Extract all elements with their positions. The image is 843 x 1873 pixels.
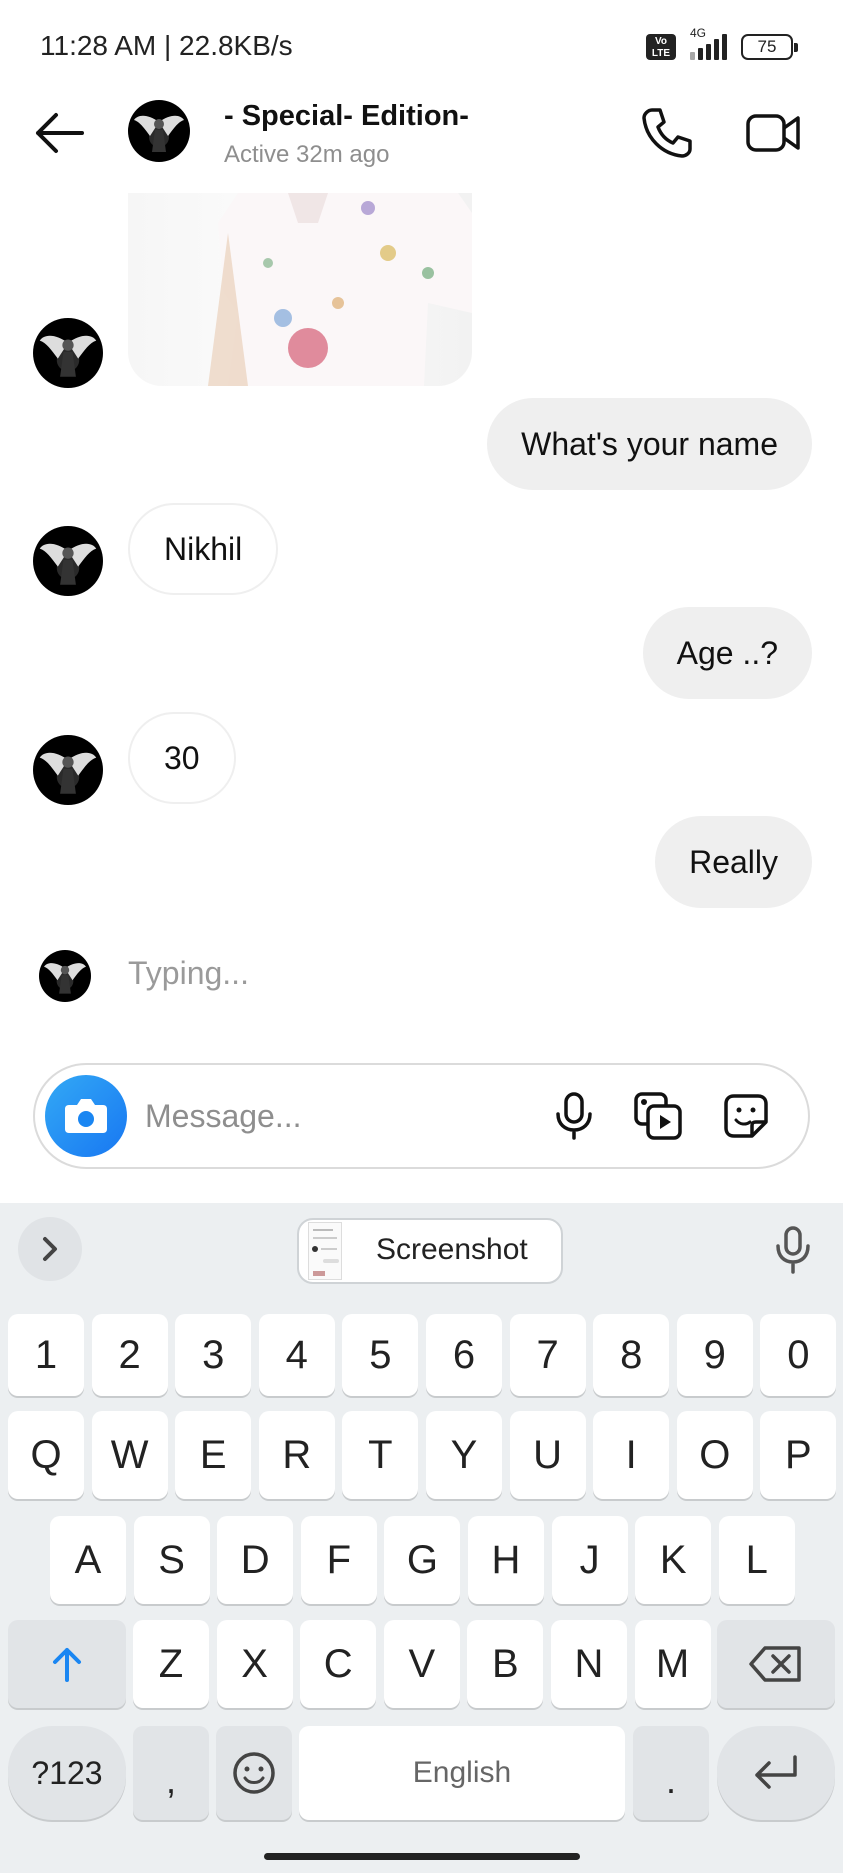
winged-figure-icon [134,115,184,152]
keyboard-voice-input-button[interactable] [768,1224,818,1278]
screenshot-thumbnail [308,1222,342,1280]
sticker-icon [724,1094,768,1138]
emoji-icon [233,1752,275,1794]
key-j[interactable]: J [551,1516,628,1604]
screenshot-preview-icon [312,1229,339,1276]
sender-avatar[interactable] [33,526,103,596]
phone-icon [642,108,692,158]
sticker-button[interactable] [720,1090,772,1142]
arrow-left-icon [36,113,84,153]
camera-button[interactable] [45,1075,127,1157]
network-type-label: 4G [690,26,707,40]
keyboard-toolbar-expand-button[interactable] [18,1217,82,1281]
key-t[interactable]: T [342,1411,419,1499]
key-p[interactable]: P [760,1411,837,1499]
shirt-photo [208,193,472,386]
battery-level: 75 [757,37,777,56]
key-i[interactable]: I [593,1411,670,1499]
screenshot-chip-label: Screenshot [376,1233,528,1266]
key-5[interactable]: 5 [342,1314,419,1396]
arrow-up-icon [53,1648,81,1682]
signal-icon: 4G [690,26,727,60]
key-z[interactable]: Z [133,1620,209,1708]
battery-icon: 75 [741,34,798,60]
enter-icon [755,1755,797,1789]
outgoing-message[interactable]: Really [655,816,812,908]
key-1[interactable]: 1 [8,1314,84,1396]
period-key[interactable]: . [633,1726,709,1820]
key-c[interactable]: C [300,1620,377,1708]
key-q[interactable]: Q [8,1411,84,1499]
gallery-button[interactable] [632,1090,684,1142]
backspace-icon [749,1646,801,1682]
key-k[interactable]: K [635,1516,712,1604]
status-icons: Vo LTE 4G 75 [646,26,798,64]
key-b[interactable]: B [467,1620,544,1708]
key-0[interactable]: 0 [760,1314,837,1396]
shift-key[interactable] [8,1620,126,1708]
video-call-button[interactable] [744,104,802,162]
key-e[interactable]: E [175,1411,252,1499]
microphone-icon [776,1226,810,1274]
message-input[interactable] [145,1085,535,1147]
key-4[interactable]: 4 [258,1314,335,1396]
key-a[interactable]: A [50,1516,126,1604]
key-h[interactable]: H [468,1516,544,1604]
incoming-message[interactable]: Nikhil [128,503,279,595]
camera-icon [65,1099,107,1133]
key-6[interactable]: 6 [426,1314,502,1396]
contact-avatar[interactable] [128,100,190,162]
outgoing-message[interactable]: What's your name [487,398,812,490]
back-button[interactable] [30,108,90,158]
key-g[interactable]: G [384,1516,461,1604]
emoji-key[interactable] [216,1726,292,1820]
key-u[interactable]: U [509,1411,586,1499]
sender-avatar[interactable] [33,735,103,805]
volte-icon: Vo LTE [646,34,676,60]
voice-message-button[interactable] [548,1090,600,1142]
key-7[interactable]: 7 [509,1314,586,1396]
key-m[interactable]: M [634,1620,711,1708]
microphone-icon [556,1092,592,1140]
key-y[interactable]: Y [426,1411,502,1499]
sender-avatar[interactable] [33,318,103,388]
typing-avatar [39,950,91,1002]
key-w[interactable]: W [91,1411,168,1499]
space-key[interactable]: English [299,1726,625,1820]
key-s[interactable]: S [133,1516,210,1604]
key-x[interactable]: X [216,1620,293,1708]
photo-message[interactable] [128,193,472,386]
comma-key[interactable]: , [133,1726,209,1820]
contact-active-status: Active 32m ago [224,141,390,168]
gallery-icon [634,1092,682,1140]
winged-figure-icon [39,335,97,377]
key-3[interactable]: 3 [175,1314,252,1396]
chevron-right-icon [43,1237,57,1261]
key-o[interactable]: O [676,1411,753,1499]
key-r[interactable]: R [258,1411,335,1499]
backspace-key[interactable] [717,1620,835,1708]
key-d[interactable]: D [217,1516,294,1604]
key-2[interactable]: 2 [91,1314,168,1396]
key-8[interactable]: 8 [593,1314,670,1396]
outgoing-message[interactable]: Age ..? [642,607,812,699]
key-n[interactable]: N [551,1620,627,1708]
key-l[interactable]: L [718,1516,795,1604]
home-indicator[interactable] [264,1853,580,1860]
typing-indicator: Typing... [128,955,249,991]
winged-figure-icon [39,752,97,794]
key-v[interactable]: V [383,1620,460,1708]
contact-name[interactable]: - Special- Edition- [224,100,469,133]
winged-figure-icon [44,963,86,994]
audio-call-button[interactable] [638,104,696,162]
key-f[interactable]: F [300,1516,377,1604]
winged-figure-icon [39,543,97,585]
status-time: 11:28 AM | 22.8KB/s [40,30,293,61]
incoming-message[interactable]: 30 [128,712,236,804]
key-9[interactable]: 9 [676,1314,753,1396]
enter-key[interactable] [717,1726,835,1820]
video-camera-icon [746,114,800,152]
symbols-key[interactable]: ?123 [8,1726,126,1820]
